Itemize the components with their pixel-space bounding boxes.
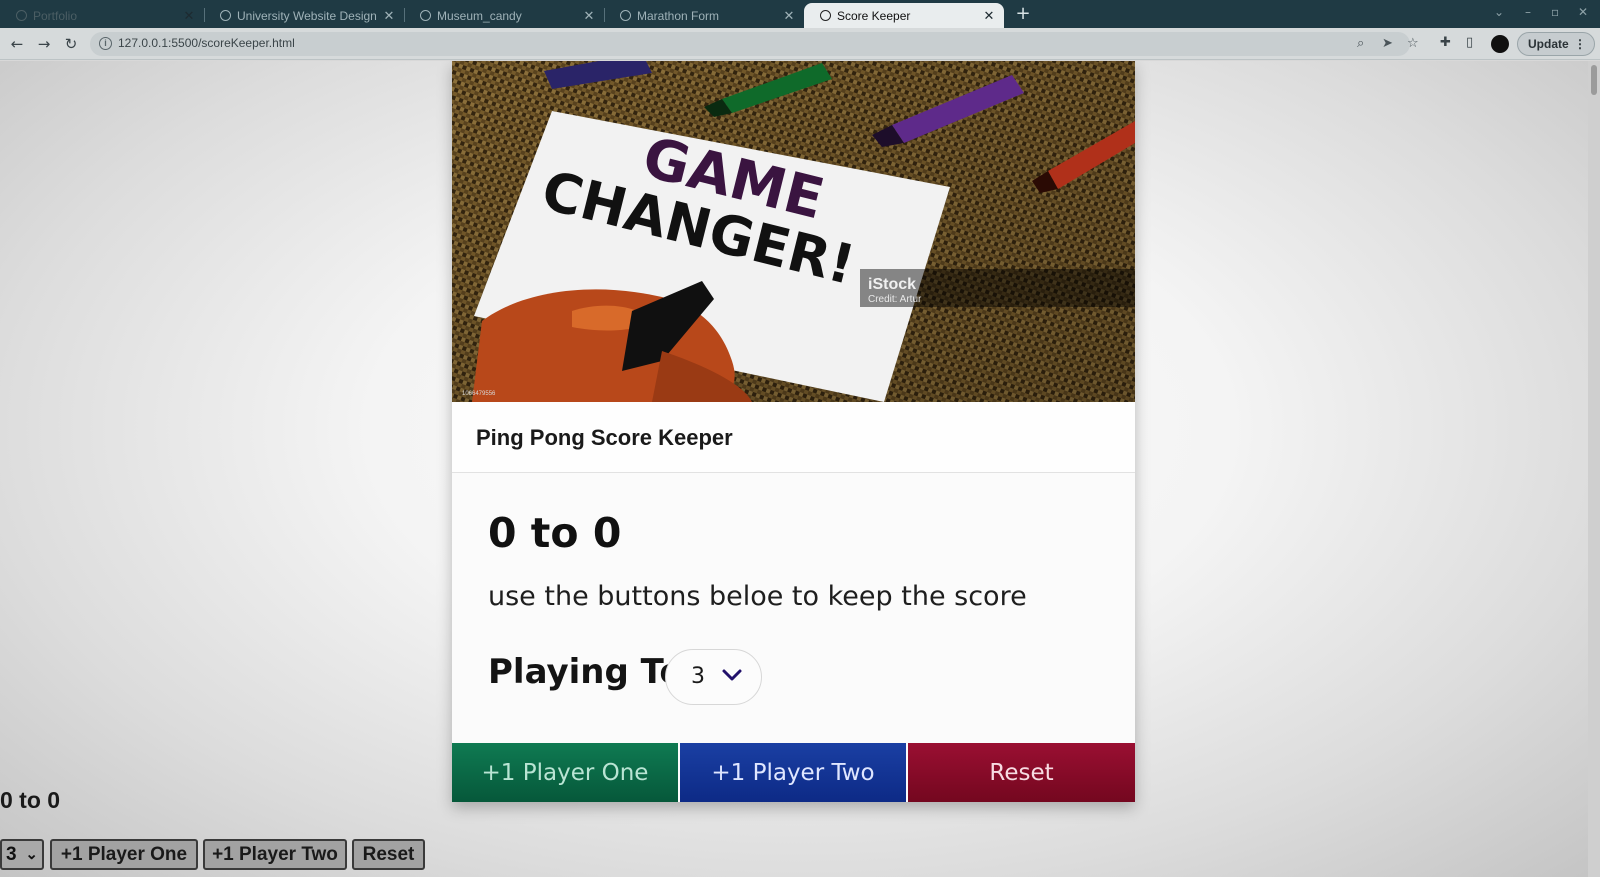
side-panel-icon[interactable]: ▯: [1466, 35, 1473, 50]
plain-playing-to-select[interactable]: 3 ⌄: [0, 839, 44, 870]
playing-to-value: 3: [691, 664, 705, 689]
page-viewport: GAME CHANGER! iStock Credit: Artur 10664…: [0, 61, 1600, 877]
close-icon[interactable]: ✕: [182, 8, 196, 24]
hero-image: GAME CHANGER! iStock Credit: Artur 10664…: [452, 61, 1135, 402]
tab-label: Portfolio: [33, 8, 78, 23]
plain-reset-button[interactable]: Reset: [352, 839, 425, 870]
score-card: GAME CHANGER! iStock Credit: Artur 10664…: [452, 61, 1135, 802]
send-icon[interactable]: ➤: [1382, 36, 1393, 51]
player-one-button[interactable]: +1 Player One: [452, 743, 678, 802]
close-window-icon[interactable]: ✕: [1578, 5, 1588, 19]
plain-player-two-button[interactable]: +1 Player Two: [203, 839, 347, 870]
tab-label: University Website Design: [237, 8, 377, 23]
instructions-text: use the buttons beloe to keep the score: [488, 581, 1027, 612]
watermark-credit: Credit: Artur: [868, 294, 922, 305]
profile-avatar[interactable]: [1491, 35, 1509, 53]
plain-player-one-button[interactable]: +1 Player One: [50, 839, 198, 870]
tab-score-keeper[interactable]: Score Keeper ✕: [804, 3, 1004, 28]
bookmark-star-icon[interactable]: ☆: [1407, 36, 1419, 51]
back-icon[interactable]: ←: [6, 33, 28, 55]
site-info-icon[interactable]: i: [99, 37, 112, 50]
extensions-icon[interactable]: ✚: [1440, 35, 1451, 50]
forward-icon[interactable]: →: [33, 33, 55, 55]
new-tab-button[interactable]: +: [1012, 3, 1034, 25]
scrollbar-thumb[interactable]: [1591, 65, 1597, 95]
vertical-scrollbar[interactable]: [1588, 61, 1600, 877]
globe-icon: [16, 10, 27, 21]
globe-icon: [820, 10, 831, 21]
close-icon[interactable]: ✕: [782, 8, 796, 24]
tab-university-website-design[interactable]: University Website Design ✕: [204, 3, 404, 28]
close-icon[interactable]: ✕: [382, 8, 396, 24]
tab-museum-candy[interactable]: Museum_candy ✕: [404, 3, 604, 28]
globe-icon: [620, 10, 631, 21]
playing-to-label: Playing To: [488, 652, 683, 692]
plain-select-value: 3: [6, 844, 17, 865]
tab-marathon-form[interactable]: Marathon Form ✕: [604, 3, 804, 28]
address-bar[interactable]: i 127.0.0.1:5500/scoreKeeper.html ⌕ ➤ ☆: [90, 32, 1419, 56]
tab-portfolio[interactable]: Portfolio ✕: [0, 3, 204, 28]
chevron-down-icon: [722, 669, 742, 681]
watermark-id: 1066479556: [462, 391, 496, 397]
zoom-icon[interactable]: ⌕: [1357, 36, 1364, 51]
close-icon[interactable]: ✕: [982, 8, 996, 24]
tab-label: Marathon Form: [637, 8, 720, 23]
menu-dots-icon: ⋮: [1574, 37, 1586, 51]
minimize-icon[interactable]: –: [1525, 5, 1531, 19]
chevron-down-icon: ⌄: [25, 846, 38, 863]
maximize-icon[interactable]: ▫: [1551, 5, 1559, 19]
player-two-button[interactable]: +1 Player Two: [680, 743, 906, 802]
globe-icon: [420, 10, 431, 21]
reload-icon[interactable]: ↻: [60, 33, 82, 55]
playing-to-select[interactable]: 3: [665, 649, 762, 705]
score-display: 0 to 0: [488, 509, 622, 557]
tab-label: Museum_candy: [437, 8, 522, 23]
game-changer-illustration: GAME CHANGER! iStock Credit: Artur 10664…: [452, 61, 1135, 402]
tab-label: Score Keeper: [837, 8, 911, 23]
update-label: Update: [1528, 37, 1569, 51]
tab-search-icon[interactable]: ⌄: [1494, 5, 1504, 19]
browser-toolbar: ← → ↻ i 127.0.0.1:5500/scoreKeeper.html …: [0, 28, 1600, 60]
update-button[interactable]: Update ⋮: [1517, 32, 1595, 56]
tab-strip: Portfolio ✕ University Website Design ✕ …: [0, 0, 1600, 28]
url-text[interactable]: 127.0.0.1:5500/scoreKeeper.html: [118, 36, 295, 50]
watermark-brand: iStock: [868, 276, 916, 293]
card-header: Ping Pong Score Keeper: [452, 402, 1135, 473]
plain-score-display: 0 to 0: [0, 787, 61, 813]
globe-icon: [220, 10, 231, 21]
close-icon[interactable]: ✕: [582, 8, 596, 24]
card-title: Ping Pong Score Keeper: [476, 425, 733, 450]
reset-button[interactable]: Reset: [908, 743, 1135, 802]
